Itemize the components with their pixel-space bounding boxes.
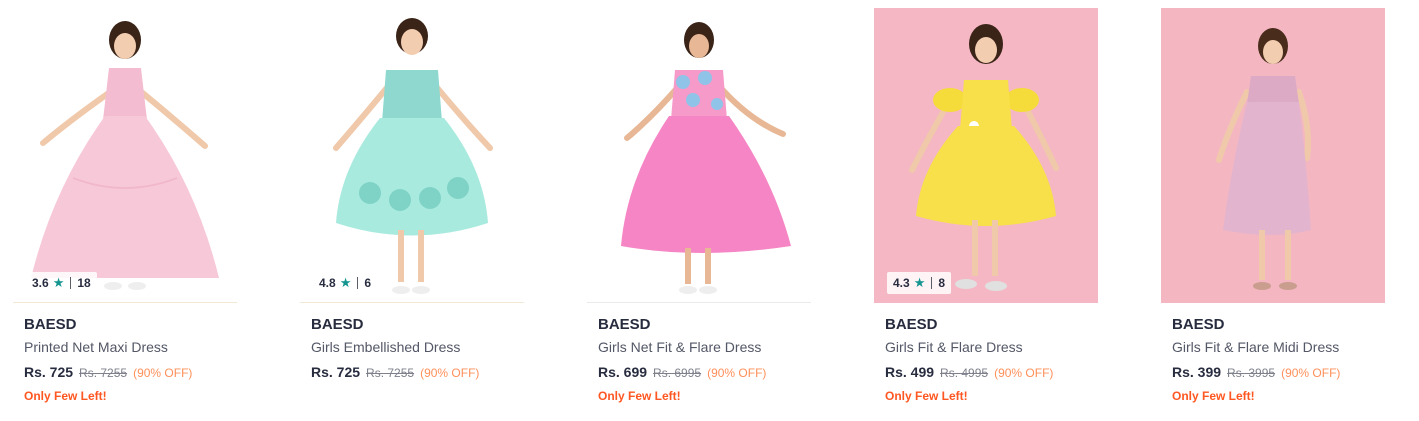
rating-badge: 3.6 ★ 18: [26, 272, 97, 294]
divider: [13, 302, 237, 303]
product-discount: (90% OFF): [133, 366, 193, 380]
product-mrp: Rs. 3995: [1227, 366, 1276, 380]
product-title[interactable]: Girls Fit & Flare Dress: [885, 339, 1023, 355]
product-brand[interactable]: BAESD: [311, 316, 364, 333]
divider: [587, 302, 811, 303]
rating-value: 4.8: [319, 276, 336, 290]
rating-badge: 4.8 ★ 6: [313, 272, 378, 294]
rating-value: 4.3: [893, 276, 910, 290]
product-price: Rs. 399: [1172, 364, 1222, 380]
product-image[interactable]: [300, 8, 524, 303]
star-icon: ★: [52, 275, 65, 290]
product-mrp: Rs. 4995: [940, 366, 989, 380]
stock-status: Only Few Left!: [24, 389, 107, 403]
product-mrp: Rs. 7255: [366, 366, 415, 380]
product-price: Rs. 499: [885, 364, 935, 380]
rating-value: 3.6: [32, 276, 49, 290]
product-brand[interactable]: BAESD: [24, 316, 77, 333]
rating-count: 8: [938, 276, 946, 290]
price-row: Rs. 399 Rs. 3995 (90% OFF): [1172, 364, 1340, 380]
stock-status: Only Few Left!: [598, 389, 681, 403]
rating-badge: 4.3 ★ 8: [887, 272, 952, 294]
price-row: Rs. 699 Rs. 6995 (90% OFF): [598, 364, 766, 380]
product-price: Rs. 725: [311, 364, 361, 380]
product-image[interactable]: [874, 8, 1098, 303]
rating-count: 18: [77, 276, 91, 290]
star-icon: ★: [339, 275, 352, 290]
product-discount: (90% OFF): [420, 366, 480, 380]
product-brand[interactable]: BAESD: [1172, 316, 1225, 333]
product-image[interactable]: [587, 8, 811, 303]
star-icon: ★: [913, 275, 926, 290]
product-title[interactable]: Printed Net Maxi Dress: [24, 339, 168, 355]
product-discount: (90% OFF): [994, 366, 1054, 380]
product-brand[interactable]: BAESD: [885, 316, 938, 333]
rating-separator: [357, 277, 359, 289]
rating-separator: [931, 277, 933, 289]
product-price: Rs. 725: [24, 364, 74, 380]
product-discount: (90% OFF): [1281, 366, 1341, 380]
product-image[interactable]: [13, 8, 237, 303]
stock-status: Only Few Left!: [885, 389, 968, 403]
product-title[interactable]: Girls Fit & Flare Midi Dress: [1172, 339, 1339, 355]
price-row: Rs. 499 Rs. 4995 (90% OFF): [885, 364, 1053, 380]
rating-count: 6: [364, 276, 372, 290]
stock-status: Only Few Left!: [1172, 389, 1255, 403]
product-image[interactable]: [1161, 8, 1385, 303]
product-title[interactable]: Girls Embellished Dress: [311, 339, 460, 355]
product-mrp: Rs. 6995: [653, 366, 702, 380]
product-mrp: Rs. 7255: [79, 366, 128, 380]
product-discount: (90% OFF): [707, 366, 767, 380]
product-price: Rs. 699: [598, 364, 648, 380]
rating-separator: [70, 277, 72, 289]
price-row: Rs. 725 Rs. 7255 (90% OFF): [24, 364, 192, 380]
divider: [300, 302, 524, 303]
price-row: Rs. 725 Rs. 7255 (90% OFF): [311, 364, 479, 380]
product-title[interactable]: Girls Net Fit & Flare Dress: [598, 339, 761, 355]
product-brand[interactable]: BAESD: [598, 316, 651, 333]
